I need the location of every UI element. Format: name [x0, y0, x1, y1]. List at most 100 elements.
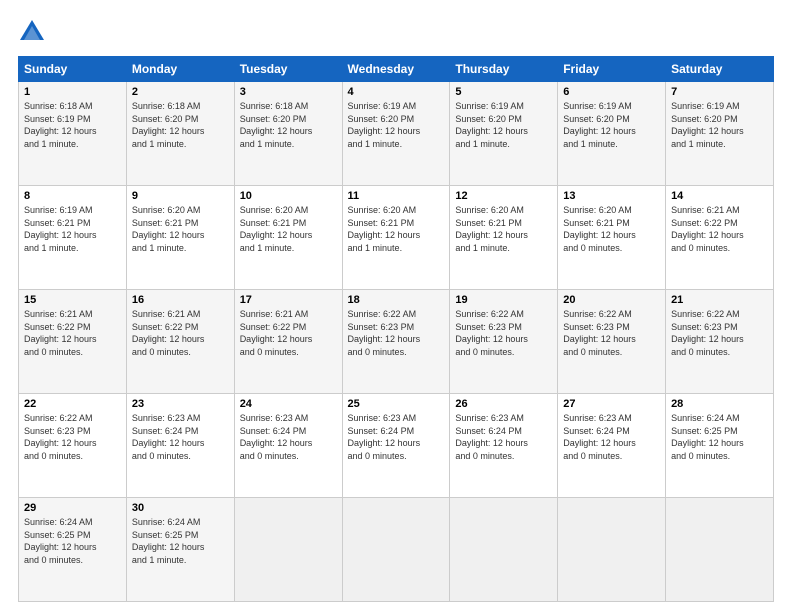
calendar-cell: 3 Sunrise: 6:18 AMSunset: 6:20 PMDaylight… [234, 82, 342, 186]
day-number: 5 [455, 86, 552, 98]
calendar-cell [342, 498, 450, 602]
day-number: 3 [240, 86, 337, 98]
calendar-cell: 11 Sunrise: 6:20 AMSunset: 6:21 PMDayligh… [342, 186, 450, 290]
calendar-cell: 29 Sunrise: 6:24 AMSunset: 6:25 PMDayligh… [19, 498, 127, 602]
calendar-cell: 26Sunrise: 6:23 AMSunset: 6:24 PMDayligh… [450, 394, 558, 498]
day-info: Sunrise: 6:24 AMSunset: 6:25 PMDaylight:… [24, 516, 121, 566]
day-number: 17 [240, 294, 337, 306]
day-info: Sunrise: 6:19 AMSunset: 6:20 PMDaylight:… [455, 100, 552, 150]
day-number: 8 [24, 190, 121, 202]
day-number: 21 [671, 294, 768, 306]
day-number: 11 [348, 190, 445, 202]
calendar-cell: 8Sunrise: 6:19 AMSunset: 6:21 PMDaylight… [19, 186, 127, 290]
calendar-cell: 17 Sunrise: 6:21 AMSunset: 6:22 PMDayligh… [234, 290, 342, 394]
day-info: Sunrise: 6:23 AMSunset: 6:24 PMDaylight:… [455, 412, 552, 462]
day-info: Sunrise: 6:20 AMSunset: 6:21 PMDaylight:… [348, 204, 445, 254]
calendar-cell: 22 Sunrise: 6:22 AMSunset: 6:23 PMDayligh… [19, 394, 127, 498]
calendar-cell [666, 498, 774, 602]
calendar-cell: 6 Sunrise: 6:19 AMSunset: 6:20 PMDaylight… [558, 82, 666, 186]
calendar-cell: 19 Sunrise: 6:22 AMSunset: 6:23 PMDayligh… [450, 290, 558, 394]
dow-thursday: Thursday [450, 57, 558, 82]
calendar-cell: 21 Sunrise: 6:22 AMSunset: 6:23 PMDayligh… [666, 290, 774, 394]
day-info: Sunrise: 6:21 AMSunset: 6:22 PMDaylight:… [132, 308, 229, 358]
day-info: Sunrise: 6:23 AMSunset: 6:24 PMDaylight:… [132, 412, 229, 462]
calendar-cell: 10Sunrise: 6:20 AMSunset: 6:21 PMDayligh… [234, 186, 342, 290]
day-info: Sunrise: 6:18 AMSunset: 6:19 PMDaylight:… [24, 100, 121, 150]
day-number: 24 [240, 398, 337, 410]
calendar-cell [450, 498, 558, 602]
week-row-3: 15Sunrise: 6:21 AMSunset: 6:22 PMDayligh… [19, 290, 774, 394]
day-number: 27 [563, 398, 660, 410]
calendar-cell: 2 Sunrise: 6:18 AMSunset: 6:20 PMDaylight… [126, 82, 234, 186]
days-of-week-header: SundayMondayTuesdayWednesdayThursdayFrid… [19, 57, 774, 82]
calendar-cell: 30Sunrise: 6:24 AMSunset: 6:25 PMDayligh… [126, 498, 234, 602]
day-info: Sunrise: 6:19 AMSunset: 6:20 PMDaylight:… [348, 100, 445, 150]
day-number: 1 [24, 86, 121, 98]
day-info: Sunrise: 6:22 AMSunset: 6:23 PMDaylight:… [671, 308, 768, 358]
calendar-cell: 18 Sunrise: 6:22 AMSunset: 6:23 PMDayligh… [342, 290, 450, 394]
day-number: 6 [563, 86, 660, 98]
page: SundayMondayTuesdayWednesdayThursdayFrid… [0, 0, 792, 612]
calendar-body: 1 Sunrise: 6:18 AMSunset: 6:19 PMDaylight… [19, 82, 774, 602]
logo [18, 18, 50, 46]
day-number: 14 [671, 190, 768, 202]
day-info: Sunrise: 6:24 AMSunset: 6:25 PMDaylight:… [671, 412, 768, 462]
calendar-cell: 28 Sunrise: 6:24 AMSunset: 6:25 PMDayligh… [666, 394, 774, 498]
header [18, 18, 774, 46]
day-number: 29 [24, 502, 121, 514]
day-info: Sunrise: 6:19 AMSunset: 6:20 PMDaylight:… [563, 100, 660, 150]
dow-saturday: Saturday [666, 57, 774, 82]
day-number: 22 [24, 398, 121, 410]
calendar-cell: 23 Sunrise: 6:23 AMSunset: 6:24 PMDayligh… [126, 394, 234, 498]
calendar-cell: 1 Sunrise: 6:18 AMSunset: 6:19 PMDaylight… [19, 82, 127, 186]
logo-icon [18, 18, 46, 46]
dow-tuesday: Tuesday [234, 57, 342, 82]
day-info: Sunrise: 6:20 AMSunset: 6:21 PMDaylight:… [240, 204, 337, 254]
calendar-cell: 12Sunrise: 6:20 AMSunset: 6:21 PMDayligh… [450, 186, 558, 290]
day-number: 9 [132, 190, 229, 202]
day-info: Sunrise: 6:24 AMSunset: 6:25 PMDaylight:… [132, 516, 229, 566]
calendar-cell: 13Sunrise: 6:20 AMSunset: 6:21 PMDayligh… [558, 186, 666, 290]
calendar-cell: 5 Sunrise: 6:19 AMSunset: 6:20 PMDaylight… [450, 82, 558, 186]
week-row-5: 29 Sunrise: 6:24 AMSunset: 6:25 PMDayligh… [19, 498, 774, 602]
day-info: Sunrise: 6:22 AMSunset: 6:23 PMDaylight:… [455, 308, 552, 358]
day-info: Sunrise: 6:22 AMSunset: 6:23 PMDaylight:… [348, 308, 445, 358]
dow-friday: Friday [558, 57, 666, 82]
day-info: Sunrise: 6:23 AMSunset: 6:24 PMDaylight:… [240, 412, 337, 462]
calendar-cell: 4Sunrise: 6:19 AMSunset: 6:20 PMDaylight… [342, 82, 450, 186]
day-info: Sunrise: 6:23 AMSunset: 6:24 PMDaylight:… [348, 412, 445, 462]
day-number: 18 [348, 294, 445, 306]
day-info: Sunrise: 6:21 AMSunset: 6:22 PMDaylight:… [240, 308, 337, 358]
calendar-cell: 9 Sunrise: 6:20 AMSunset: 6:21 PMDaylight… [126, 186, 234, 290]
calendar-cell [234, 498, 342, 602]
day-info: Sunrise: 6:21 AMSunset: 6:22 PMDaylight:… [671, 204, 768, 254]
day-info: Sunrise: 6:22 AMSunset: 6:23 PMDaylight:… [24, 412, 121, 462]
calendar-cell [558, 498, 666, 602]
day-info: Sunrise: 6:20 AMSunset: 6:21 PMDaylight:… [563, 204, 660, 254]
day-number: 20 [563, 294, 660, 306]
week-row-1: 1 Sunrise: 6:18 AMSunset: 6:19 PMDaylight… [19, 82, 774, 186]
dow-wednesday: Wednesday [342, 57, 450, 82]
day-number: 16 [132, 294, 229, 306]
calendar-cell: 15Sunrise: 6:21 AMSunset: 6:22 PMDayligh… [19, 290, 127, 394]
calendar-cell: 14 Sunrise: 6:21 AMSunset: 6:22 PMDayligh… [666, 186, 774, 290]
dow-monday: Monday [126, 57, 234, 82]
calendar-cell: 25 Sunrise: 6:23 AMSunset: 6:24 PMDayligh… [342, 394, 450, 498]
day-info: Sunrise: 6:22 AMSunset: 6:23 PMDaylight:… [563, 308, 660, 358]
calendar-cell: 20 Sunrise: 6:22 AMSunset: 6:23 PMDayligh… [558, 290, 666, 394]
day-info: Sunrise: 6:20 AMSunset: 6:21 PMDaylight:… [455, 204, 552, 254]
day-number: 2 [132, 86, 229, 98]
day-number: 25 [348, 398, 445, 410]
week-row-4: 22 Sunrise: 6:22 AMSunset: 6:23 PMDayligh… [19, 394, 774, 498]
day-info: Sunrise: 6:21 AMSunset: 6:22 PMDaylight:… [24, 308, 121, 358]
day-info: Sunrise: 6:20 AMSunset: 6:21 PMDaylight:… [132, 204, 229, 254]
dow-sunday: Sunday [19, 57, 127, 82]
calendar-table: SundayMondayTuesdayWednesdayThursdayFrid… [18, 56, 774, 602]
day-info: Sunrise: 6:18 AMSunset: 6:20 PMDaylight:… [240, 100, 337, 150]
day-number: 19 [455, 294, 552, 306]
day-info: Sunrise: 6:19 AMSunset: 6:20 PMDaylight:… [671, 100, 768, 150]
day-number: 7 [671, 86, 768, 98]
day-number: 23 [132, 398, 229, 410]
day-number: 28 [671, 398, 768, 410]
day-info: Sunrise: 6:18 AMSunset: 6:20 PMDaylight:… [132, 100, 229, 150]
